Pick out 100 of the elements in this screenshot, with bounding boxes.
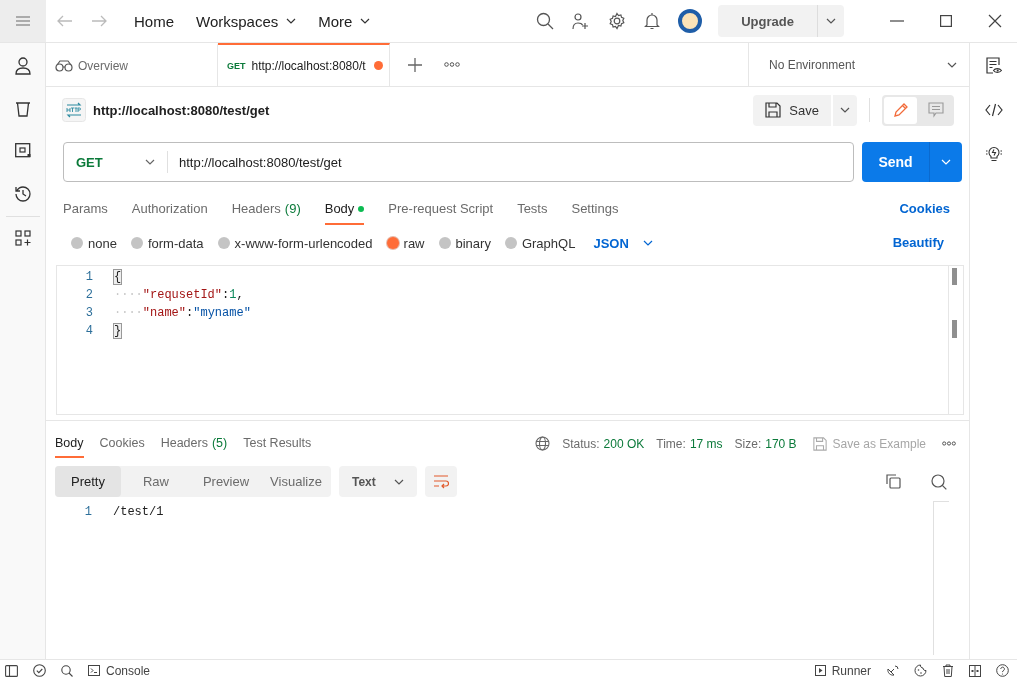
format-dropdown[interactable]: Text (339, 466, 417, 497)
nav-menu[interactable]: More (314, 12, 375, 30)
cookie-icon[interactable] (914, 664, 927, 677)
copy-icon[interactable] (886, 474, 901, 489)
avatar[interactable] (678, 9, 702, 33)
time-value[interactable]: 17 ms (689, 436, 723, 451)
body-type-radio[interactable]: form-data (130, 235, 204, 251)
caret-icon[interactable] (840, 107, 850, 113)
binoculars-icon (55, 59, 73, 72)
satellite-icon[interactable] (886, 664, 899, 677)
check-circle-icon[interactable] (33, 664, 46, 677)
request-section-tab[interactable]: Body (324, 194, 365, 225)
request-section-tab[interactable]: Settings (571, 194, 619, 225)
caret-icon[interactable] (286, 18, 297, 24)
body-type-radio[interactable]: none (71, 235, 117, 251)
response-tab[interactable]: Test Results (243, 429, 312, 458)
code-line: ····"requsetId":1, (114, 288, 244, 302)
code-icon[interactable] (984, 103, 1003, 117)
nav-menu[interactable]: Home (130, 12, 178, 30)
caret-icon[interactable] (393, 478, 404, 485)
caret-icon[interactable] (947, 61, 957, 68)
line-number: 1 (83, 505, 92, 519)
view-option[interactable]: Pretty (55, 466, 121, 497)
response-tab[interactable]: Cookies (99, 429, 145, 458)
code-editor[interactable]: 1 { 2 ····"requsetId":1, 3 ····"name":"myname" 4 } (56, 265, 964, 415)
body-type-radio[interactable]: raw (386, 235, 425, 251)
bin-icon[interactable] (14, 101, 31, 117)
cookies-link[interactable]: Cookies (899, 201, 950, 218)
close-icon[interactable] (988, 14, 1002, 28)
comment-icon (927, 102, 944, 118)
nav-menu[interactable]: Workspaces (192, 12, 301, 30)
maximize-icon[interactable] (940, 15, 952, 27)
search-icon[interactable] (931, 473, 947, 490)
search-icon[interactable] (536, 12, 554, 30)
view-option[interactable]: Visualize (261, 466, 331, 497)
environment-dropdown[interactable]: No Environment (748, 43, 969, 86)
url-field[interactable]: GET http://localhost:8080/test/get (63, 142, 854, 182)
tab-title: http://localhost:8080/t (251, 58, 366, 73)
history-icon[interactable] (13, 185, 32, 203)
pencil-icon (892, 102, 909, 118)
more-icon[interactable] (942, 441, 956, 446)
code-line: ····"name":"myname" (114, 306, 251, 320)
sidebar-toggle-icon[interactable] (5, 664, 18, 677)
caret-icon[interactable] (826, 18, 836, 24)
size-label: Size: (734, 436, 762, 451)
body-type-radio[interactable]: GraphQL (504, 235, 576, 251)
request-section-tab[interactable]: Tests (517, 194, 548, 225)
wrap-lines-icon[interactable] (432, 474, 449, 489)
request-section-tab[interactable]: Params (63, 194, 108, 225)
line-number: 2 (84, 288, 93, 302)
caret-icon[interactable] (145, 159, 155, 165)
person-icon[interactable] (14, 57, 31, 75)
upgrade-split-button[interactable]: Upgrade (718, 5, 844, 37)
lightbulb-icon[interactable] (984, 145, 1003, 163)
globe-icon[interactable] (535, 436, 551, 451)
size-value[interactable]: 170 B (765, 436, 797, 451)
method-label: GET (227, 60, 246, 71)
request-section-tab[interactable]: Headers (9) (231, 194, 301, 225)
two-pane-icon[interactable] (969, 664, 981, 677)
bell-icon[interactable] (644, 12, 660, 30)
line-number: 4 (84, 324, 93, 338)
console-button[interactable]: Console (88, 663, 151, 678)
response-tab[interactable]: Body (55, 429, 84, 458)
line-number: 1 (84, 270, 93, 284)
beautify-link[interactable]: Beautify (892, 234, 944, 252)
terminal-icon[interactable] (88, 665, 100, 676)
window-icon[interactable] (14, 143, 31, 159)
settings-icon[interactable] (608, 12, 626, 30)
runner-button[interactable]: Runner (814, 663, 871, 678)
more-icon[interactable] (444, 62, 460, 67)
view-option[interactable]: Preview (191, 466, 261, 497)
request-section-tab[interactable]: Authorization (131, 194, 208, 225)
add-person-icon[interactable] (572, 12, 590, 30)
tab-title: Overview (78, 58, 128, 73)
status-label: Status: (562, 436, 600, 451)
grid-plus-icon[interactable] (14, 230, 31, 246)
help-icon[interactable] (996, 664, 1009, 677)
view-option[interactable]: Raw (121, 466, 191, 497)
play-icon[interactable] (814, 665, 826, 676)
caret-icon[interactable] (360, 18, 371, 24)
http-icon (62, 98, 86, 122)
request-section-tab[interactable]: Pre-request Script (388, 194, 494, 225)
code-line: /test/1 (113, 505, 164, 519)
request-name: http://localhost:8080/test/get (93, 102, 270, 118)
request-tab[interactable]: GET http://localhost:8080/t (218, 43, 390, 86)
line-number: 3 (84, 306, 93, 320)
body-type-radio[interactable]: x-www-form-urlencoded (217, 235, 373, 251)
plus-icon[interactable] (408, 57, 422, 72)
trash-icon[interactable] (942, 664, 954, 677)
save-button[interactable]: Save (753, 94, 831, 126)
send-button[interactable]: Send (862, 142, 962, 182)
response-tab[interactable]: Headers (5) (160, 429, 228, 458)
body-type-radio[interactable]: binary (438, 235, 491, 251)
status-value[interactable]: 200 OK (603, 436, 645, 451)
search-icon[interactable] (61, 664, 73, 677)
caret-icon[interactable] (642, 240, 653, 246)
mode-option[interactable] (884, 96, 917, 124)
scrollbar[interactable] (933, 501, 949, 655)
language-dropdown[interactable]: JSON (593, 235, 653, 251)
document-eye-icon[interactable] (985, 57, 1002, 75)
